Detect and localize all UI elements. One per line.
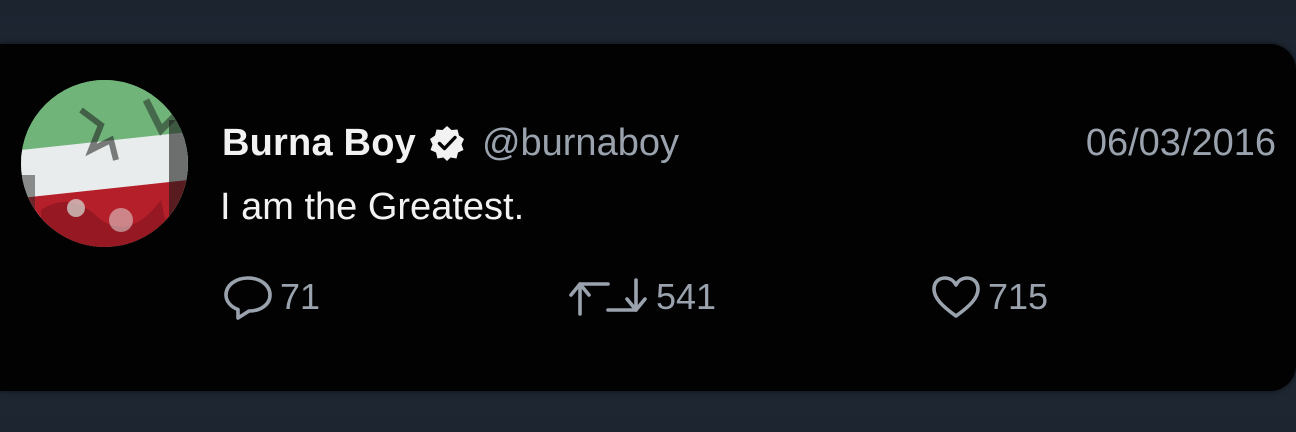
- heart-icon: [930, 274, 982, 320]
- tweet-date[interactable]: 06/03/2016: [1086, 118, 1276, 168]
- tweet-header: Burna Boy @burnaboy: [222, 118, 679, 168]
- display-name[interactable]: Burna Boy: [222, 122, 416, 165]
- like-button[interactable]: 715: [930, 272, 1048, 322]
- like-count: 715: [988, 276, 1049, 317]
- tweet-card[interactable]: [0, 44, 1296, 391]
- flag-avatar-image: [21, 80, 188, 247]
- retweet-icon: [566, 274, 650, 320]
- reply-count: 71: [280, 276, 321, 317]
- verified-badge-icon: [428, 124, 466, 162]
- retweet-count: 541: [656, 276, 717, 317]
- reply-button[interactable]: 71: [222, 272, 320, 322]
- profile-avatar[interactable]: [21, 80, 188, 247]
- user-handle[interactable]: @burnaboy: [482, 122, 679, 165]
- retweet-button[interactable]: 541: [566, 272, 716, 322]
- reply-icon: [222, 274, 274, 320]
- tweet-text: I am the Greatest.: [220, 186, 525, 228]
